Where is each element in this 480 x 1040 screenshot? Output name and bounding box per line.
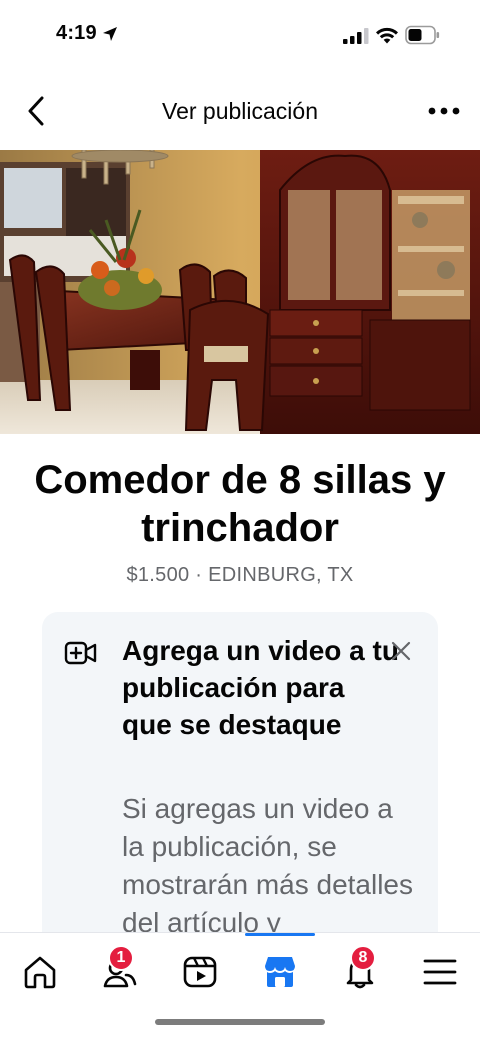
menu-icon [423, 959, 457, 985]
listing-price-location: $1.500 · EDINBURG, TX [126, 564, 354, 586]
listing-photo[interactable] [0, 150, 480, 434]
close-icon [391, 641, 411, 661]
friends-badge: 1 [108, 945, 134, 971]
cellular-signal-icon [343, 28, 369, 44]
active-tab-indicator [245, 933, 315, 936]
status-bar: 4:19 [0, 0, 480, 72]
wifi-icon [376, 27, 398, 44]
close-promo-button[interactable] [388, 638, 414, 664]
marketplace-icon [265, 957, 295, 987]
tab-notifications[interactable]: 8 [332, 945, 388, 997]
battery-icon [405, 25, 440, 45]
tab-friends[interactable]: 1 [92, 945, 148, 997]
page-title: Ver publicación [162, 98, 318, 124]
status-time: 4:19 [56, 22, 97, 44]
more-options-button[interactable] [424, 94, 464, 128]
location-arrow-icon [103, 27, 117, 41]
video-icon [183, 956, 217, 988]
tab-marketplace[interactable] [252, 947, 308, 997]
more-dots-icon [428, 107, 460, 115]
promo-description: Si agregas un video a la publicación, se… [122, 793, 414, 938]
tab-menu[interactable] [412, 947, 468, 997]
add-video-icon [64, 641, 97, 665]
home-indicator[interactable] [155, 1019, 325, 1025]
add-video-promo-card: Agrega un video a tu publicación para qu… [42, 612, 438, 952]
home-icon [24, 956, 56, 989]
promo-title: Agrega un video a tu publicación para qu… [122, 635, 399, 740]
tab-video[interactable] [172, 947, 228, 997]
notifications-badge: 8 [350, 945, 376, 971]
tab-home[interactable] [12, 947, 68, 997]
top-navigation-bar: Ver publicación [0, 88, 480, 134]
listing-title: Comedor de 8 sillas y trinchador [34, 458, 446, 550]
dining-room-photo [0, 150, 480, 434]
